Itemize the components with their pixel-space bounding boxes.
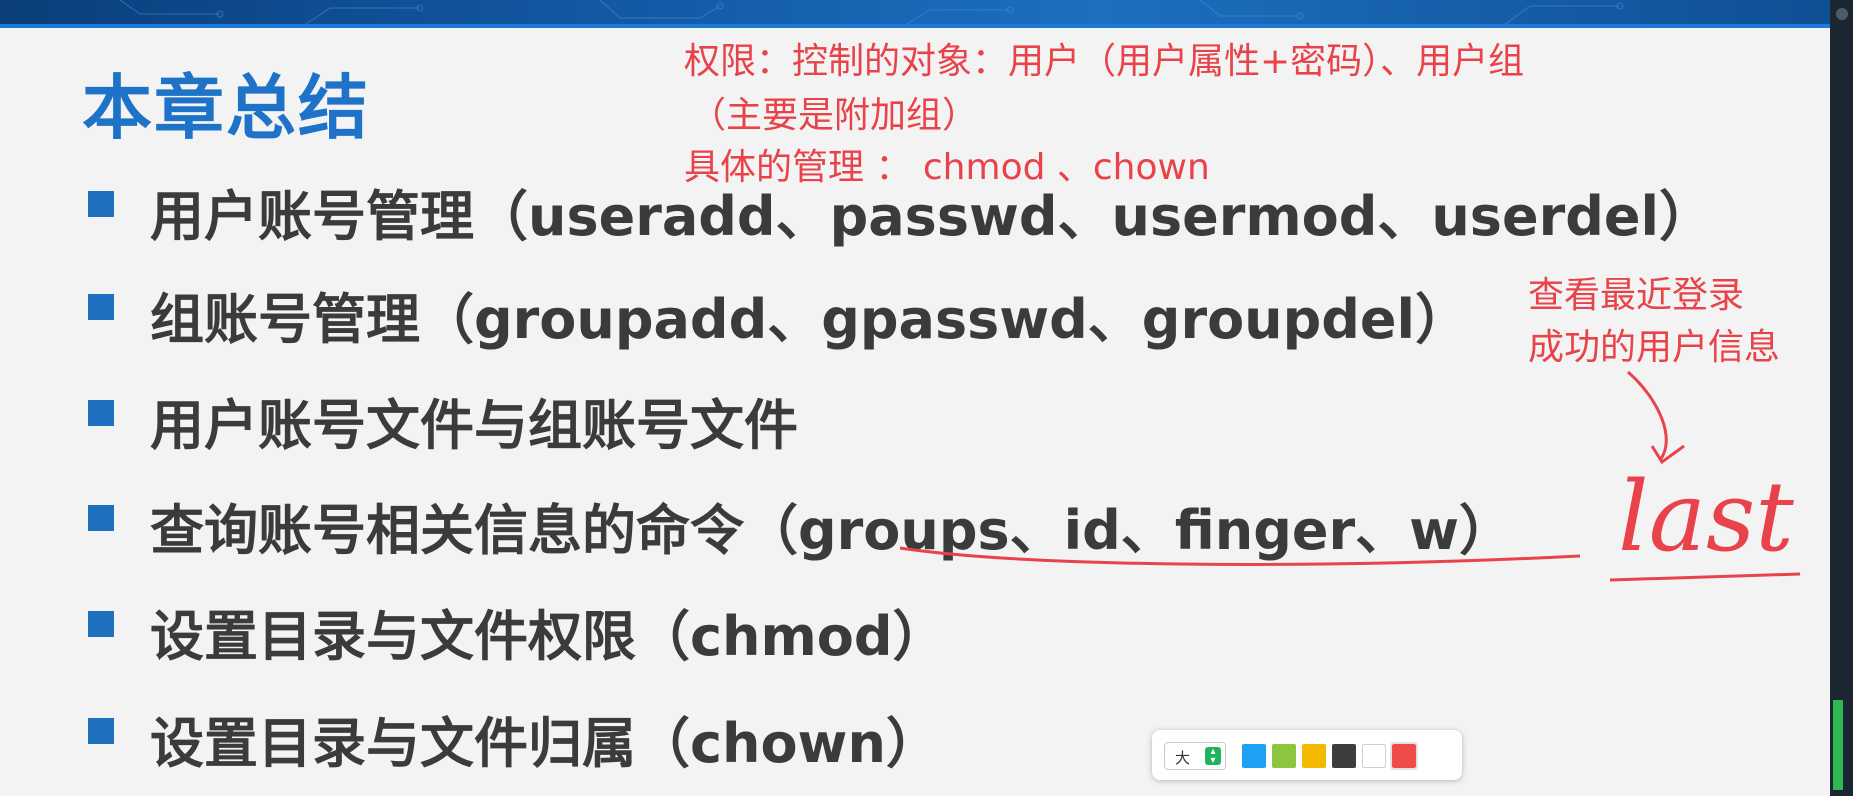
- scroll-indicator[interactable]: [1833, 700, 1843, 790]
- pen-size-select[interactable]: 大 ▴ ▾: [1164, 742, 1226, 770]
- color-swatch-red[interactable]: [1390, 742, 1418, 770]
- window-edge-strip: [1830, 0, 1853, 796]
- handwritten-last: last: [1618, 461, 1794, 573]
- pen-size-label: 大: [1175, 749, 1191, 767]
- ink-annotations: last: [899, 370, 1801, 582]
- color-swatch-dark-gray[interactable]: [1332, 744, 1356, 768]
- color-swatch-white[interactable]: [1362, 744, 1386, 768]
- underline-stroke: [899, 546, 1581, 566]
- handwritten-underline-stroke: [1609, 572, 1801, 582]
- color-swatch-blue[interactable]: [1242, 744, 1266, 768]
- arrow-shaft-stroke: [1627, 370, 1668, 461]
- slide: 本章总结 用户账号管理（useradd、passwd、usermod、userd…: [0, 0, 1830, 796]
- color-swatch-yellow[interactable]: [1302, 744, 1326, 768]
- corner-indicator-icon: [1836, 8, 1848, 20]
- stepper-arrows-icon[interactable]: ▴ ▾: [1205, 747, 1221, 766]
- pen-toolbar[interactable]: 大 ▴ ▾: [1152, 730, 1462, 780]
- arrow-head-stroke: [1650, 444, 1685, 465]
- color-swatch-green[interactable]: [1272, 744, 1296, 768]
